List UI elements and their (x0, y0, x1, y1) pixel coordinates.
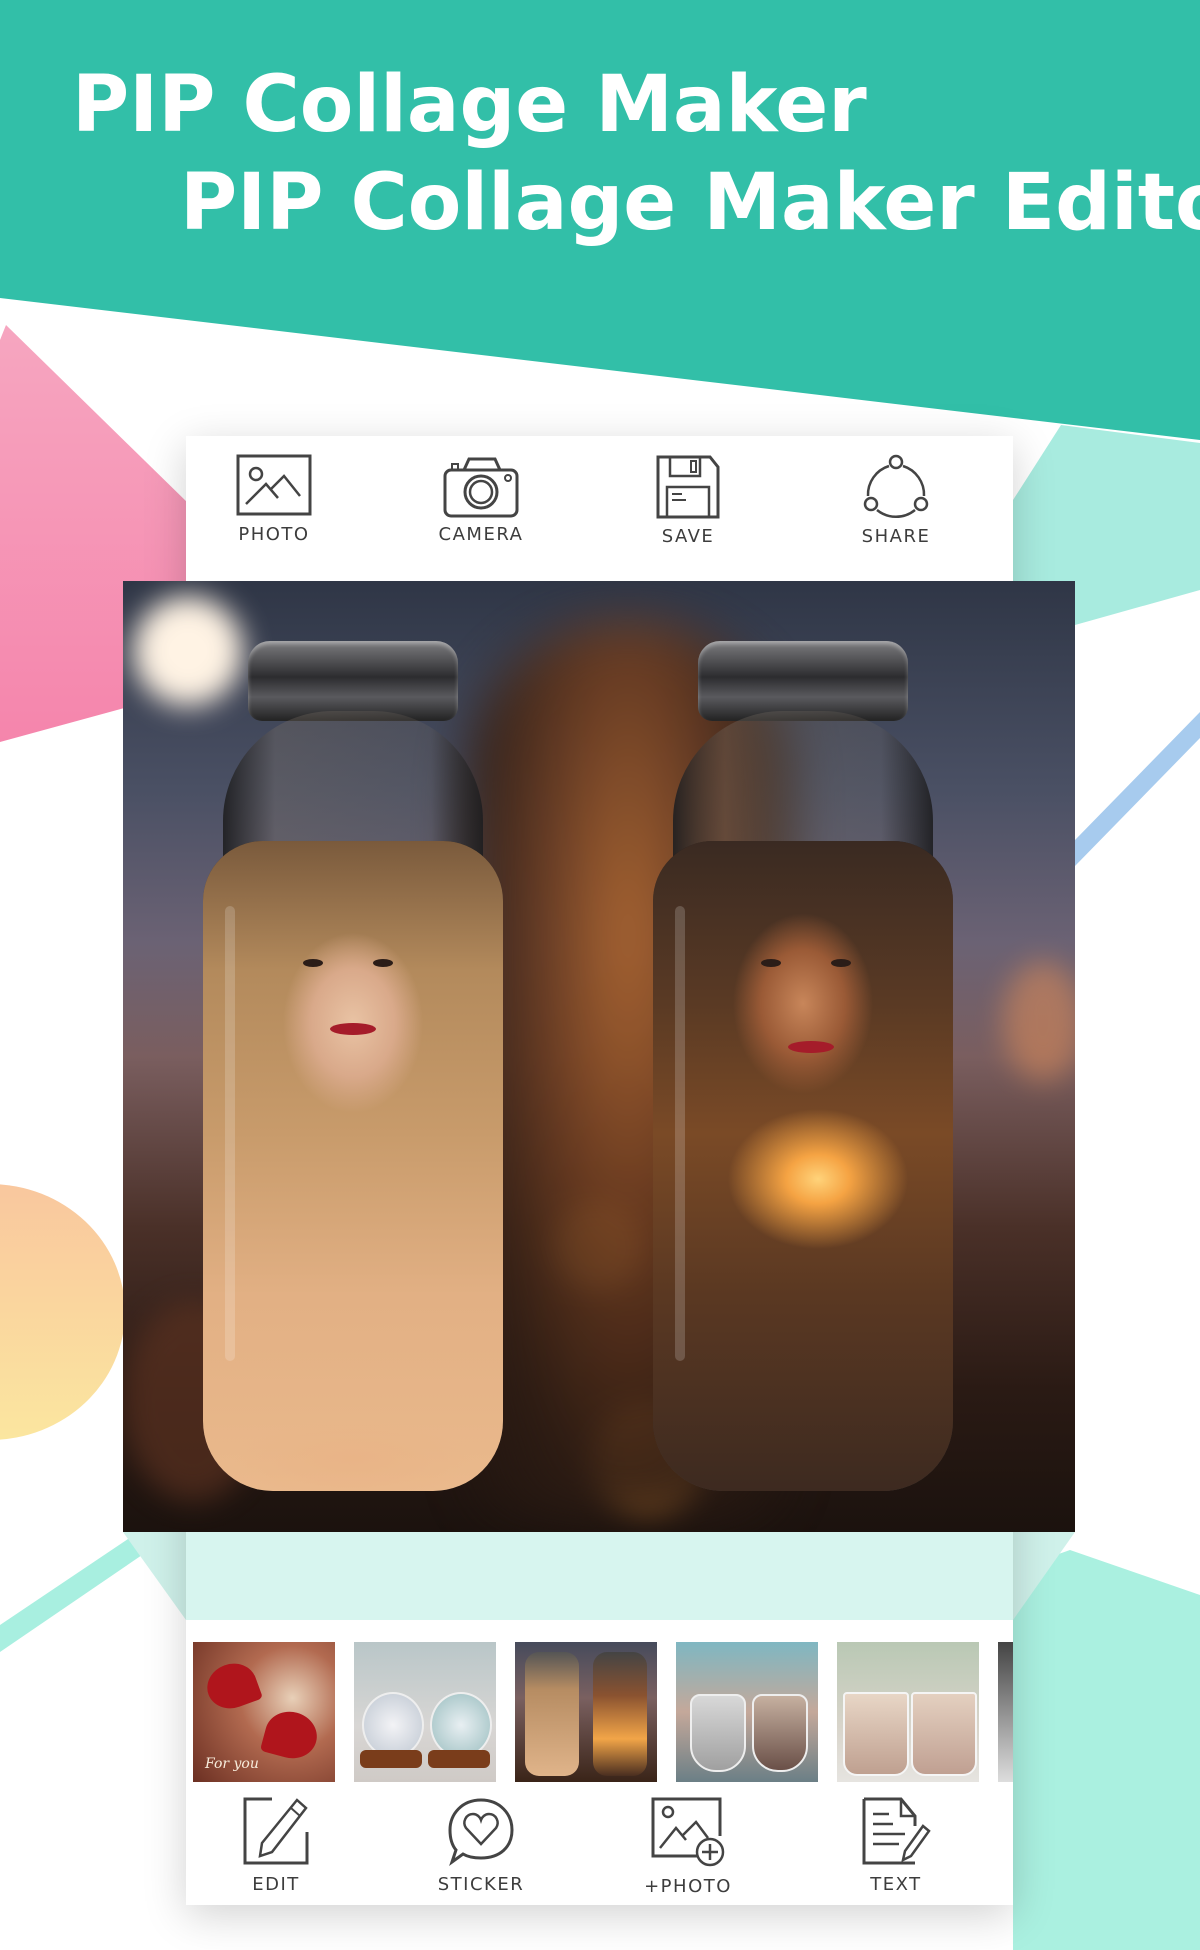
eye (303, 959, 323, 967)
bokeh-light (1003, 961, 1075, 1081)
edit-button[interactable]: EDIT (206, 1796, 346, 1895)
photo-button[interactable]: PHOTO (204, 454, 344, 545)
sticker-label: STICKER (437, 1874, 525, 1895)
share-button[interactable]: SHARE (826, 454, 966, 547)
thumbnail-hanging-glass-frame[interactable] (676, 1642, 818, 1782)
photo-label: PHOTO (238, 524, 310, 545)
mint-shape-bottom-right (1013, 1550, 1200, 1950)
share-icon (863, 454, 929, 519)
glass-shine (225, 906, 235, 1361)
lips (330, 1023, 376, 1035)
globe-base (360, 1750, 422, 1768)
thumbnail-snow-globe-frame[interactable] (354, 1642, 496, 1782)
sticker-button[interactable]: STICKER (411, 1796, 551, 1895)
bottle-neck (248, 641, 458, 721)
document-text-icon (862, 1797, 931, 1865)
top-toolbar: PHOTO CAMERA SAVE SHARE (186, 436, 1013, 581)
floppy-disk-icon (656, 455, 720, 519)
cup-shape (843, 1692, 909, 1776)
add-photo-button[interactable]: +PHOTO (618, 1796, 758, 1897)
globe-shape (362, 1692, 424, 1758)
text-label: TEXT (870, 1874, 922, 1895)
thumbnail-glass-cup-frame[interactable] (837, 1642, 979, 1782)
eye (761, 959, 781, 967)
bottle-shape (525, 1652, 579, 1776)
eye (831, 959, 851, 967)
lips (788, 1041, 834, 1053)
blue-stripe (1075, 712, 1200, 866)
frame-thumbnail-strip[interactable]: For you (186, 1620, 1013, 1810)
frame-options-area (186, 1532, 1013, 1620)
edit-label: EDIT (252, 1874, 300, 1895)
glass-shape (752, 1694, 808, 1772)
bottle-neck (698, 641, 908, 721)
heart-shape (200, 1656, 264, 1716)
camera-button[interactable]: CAMERA (411, 454, 551, 545)
text-button[interactable]: TEXT (826, 1796, 966, 1895)
heart-bubble-icon (448, 1798, 514, 1866)
bottom-toolbar: EDIT STICKER +PHOTO TEXT (186, 1786, 1013, 1905)
add-image-icon (651, 1797, 725, 1867)
camera-label: CAMERA (438, 524, 524, 545)
thumbnail-hearts-frame[interactable]: For you (193, 1642, 335, 1782)
portrait-photo-right (653, 841, 953, 1491)
bottle-shape (593, 1652, 647, 1776)
share-label: SHARE (861, 526, 931, 547)
bottle-body (653, 841, 953, 1491)
thumbnail-more-frame[interactable] (998, 1642, 1013, 1782)
thumbnail-caption: For you (205, 1756, 259, 1772)
bottle-frame-left[interactable] (203, 641, 503, 1491)
heart-shape (259, 1706, 323, 1764)
glass-shine (675, 906, 685, 1361)
thumbnail-bottle-frame[interactable] (515, 1642, 657, 1782)
glass-shape (690, 1694, 746, 1772)
collage-canvas[interactable] (123, 581, 1075, 1532)
pencil-edit-icon (243, 1797, 309, 1865)
camera-icon (443, 457, 519, 518)
image-icon (236, 454, 312, 516)
bottle-frame-right[interactable] (653, 641, 953, 1491)
eye (373, 959, 393, 967)
peach-circle (0, 1184, 125, 1440)
globe-shape (430, 1692, 492, 1758)
save-button[interactable]: SAVE (618, 454, 758, 547)
add-photo-label: +PHOTO (644, 1876, 732, 1897)
headline-subtitle: PIP Collage Maker Editor (180, 158, 1200, 248)
headline-title: PIP Collage Maker (72, 60, 867, 150)
bottle-body (203, 841, 503, 1491)
globe-base (428, 1750, 490, 1768)
save-label: SAVE (661, 526, 715, 547)
portrait-photo-left (203, 841, 503, 1491)
cup-shape (911, 1692, 977, 1776)
